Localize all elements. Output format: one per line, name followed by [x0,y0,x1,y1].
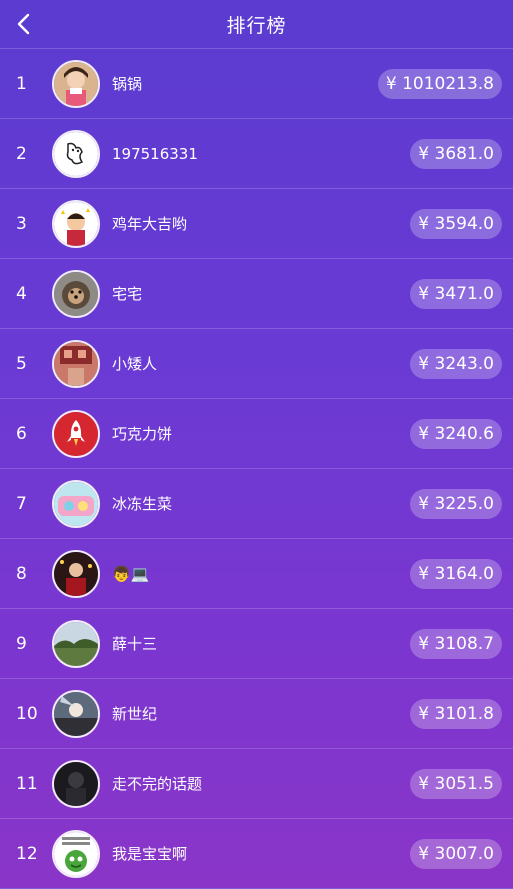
amount-badge: ¥ 3164.0 [410,558,502,589]
avatar[interactable] [52,689,100,738]
header-bar: 排行榜 [0,0,513,49]
amount-badge: ¥ 1010213.8 [377,68,502,99]
page-title: 排行榜 [226,14,287,37]
ranking-row[interactable]: 1 锅锅 ¥ 1010213.8 [0,49,513,119]
rank-number: 8 [16,563,27,584]
amount-badge: ¥ 3007.0 [410,838,502,869]
rank-number: 12 [16,843,38,864]
rank-number: 9 [16,633,27,654]
rank-number: 1 [16,73,27,94]
avatar[interactable] [52,619,100,668]
ranking-row[interactable]: 4 宅宅 ¥ 3471.0 [0,259,513,329]
amount-badge: ¥ 3681.0 [410,138,502,169]
amount-badge: ¥ 3101.8 [410,698,502,729]
avatar[interactable] [52,759,100,808]
ranking-row[interactable]: 3 鸡年大吉哟 ¥ 3594.0 [0,189,513,259]
ranking-row[interactable]: 6 巧克力饼 ¥ 3240.6 [0,399,513,469]
amount-badge: ¥ 3243.0 [410,348,502,379]
amount-badge: ¥ 3594.0 [410,208,502,239]
avatar[interactable] [52,829,100,878]
back-button[interactable] [10,10,38,38]
amount-badge: ¥ 3051.5 [410,768,502,799]
avatar[interactable] [52,549,100,598]
rank-number: 11 [16,773,38,794]
ranking-row[interactable]: 11 走不完的话题 ¥ 3051.5 [0,749,513,819]
ranking-row[interactable]: 7 冰冻生菜 ¥ 3225.0 [0,469,513,539]
ranking-row[interactable]: 12 我是宝宝啊 ¥ 3007.0 [0,819,513,889]
ranking-row[interactable]: 8 👦💻 ¥ 3164.0 [0,539,513,609]
amount-badge: ¥ 3108.7 [410,628,502,659]
ranking-list: 1 锅锅 ¥ 1010213.8 2 197516331 ¥ 3681.0 3 … [0,49,513,889]
avatar[interactable] [52,339,100,388]
rank-number: 3 [16,213,27,234]
avatar[interactable] [52,199,100,248]
ranking-row[interactable]: 10 新世纪 ¥ 3101.8 [0,679,513,749]
ranking-screen: 排行榜 1 锅锅 ¥ 1010213.8 2 197516331 ¥ 3681.… [0,0,513,889]
avatar[interactable] [52,269,100,318]
avatar[interactable] [52,479,100,528]
rank-number: 7 [16,493,27,514]
avatar[interactable] [52,409,100,458]
amount-badge: ¥ 3225.0 [410,488,502,519]
amount-badge: ¥ 3240.6 [410,418,502,449]
rank-number: 5 [16,353,27,374]
rank-number: 10 [16,703,38,724]
rank-number: 4 [16,283,27,304]
rank-number: 6 [16,423,27,444]
chevron-left-icon [17,13,30,35]
ranking-row[interactable]: 5 小矮人 ¥ 3243.0 [0,329,513,399]
ranking-row[interactable]: 2 197516331 ¥ 3681.0 [0,119,513,189]
ranking-row[interactable]: 9 薛十三 ¥ 3108.7 [0,609,513,679]
avatar[interactable] [52,59,100,108]
avatar[interactable] [52,129,100,178]
amount-badge: ¥ 3471.0 [410,278,502,309]
rank-number: 2 [16,143,27,164]
